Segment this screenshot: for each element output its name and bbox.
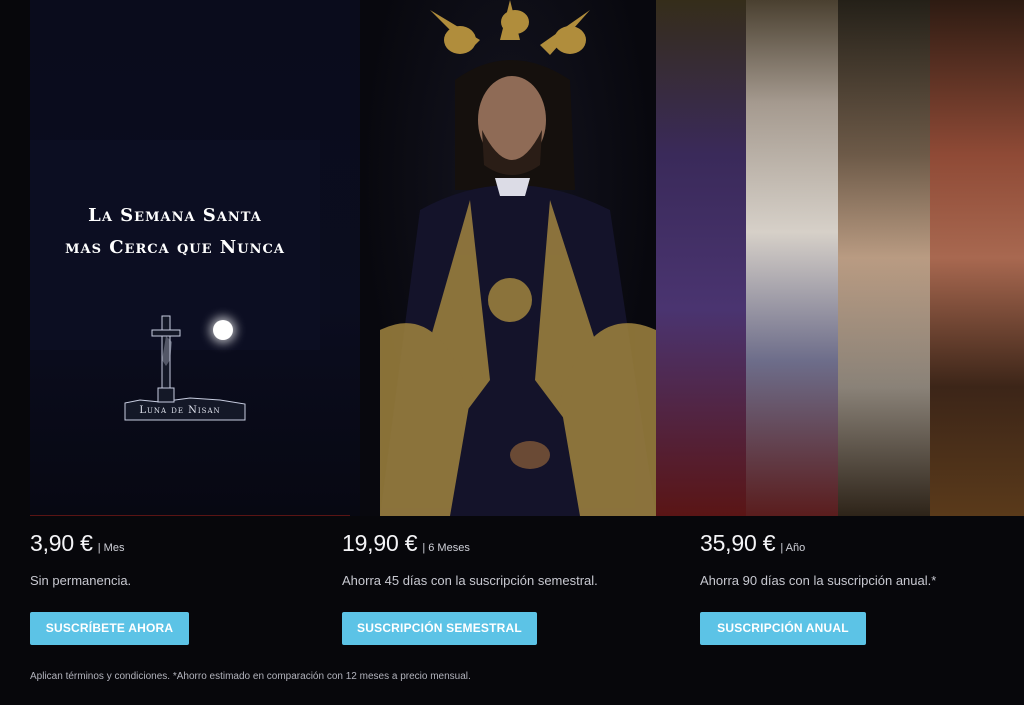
plan-price: 3,90 € | Mes xyxy=(30,530,131,557)
price-period: | Mes xyxy=(97,542,125,554)
plan-monthly: 3,90 € | Mes Sin permanencia. SUSCRÍBETE… xyxy=(30,530,189,645)
subscribe-semiannual-button[interactable]: SUSCRIPCIÓN SEMESTRAL xyxy=(342,612,537,645)
subscribe-monthly-button[interactable]: SUSCRÍBETE AHORA xyxy=(30,612,189,645)
hero-divider xyxy=(30,515,350,516)
image-strip-4 xyxy=(930,0,1024,516)
price-amount: 19,90 € xyxy=(342,530,418,556)
hero-banner: La Semana Santa mas Cerca que Nunca Luna… xyxy=(30,0,1024,516)
price-period: | 6 Meses xyxy=(422,542,470,554)
plan-price: 19,90 € | 6 Meses xyxy=(342,530,598,557)
plan-description: Ahorra 45 días con la suscripción semest… xyxy=(342,573,598,588)
price-amount: 3,90 € xyxy=(30,530,93,556)
hero-tagline-line2: mas Cerca que Nunca xyxy=(65,237,285,258)
plan-semiannual: 19,90 € | 6 Meses Ahorra 45 días con la … xyxy=(342,530,598,645)
plan-description: Ahorra 90 días con la suscripción anual.… xyxy=(700,573,937,588)
title-panel: La Semana Santa mas Cerca que Nunca Luna… xyxy=(30,0,360,516)
hero-tagline: La Semana Santa mas Cerca que Nunca xyxy=(30,200,320,264)
subscribe-annual-button[interactable]: SUSCRIPCIÓN ANUAL xyxy=(700,612,866,645)
central-statue-image xyxy=(360,0,656,516)
logo-text: Luna de Nisan xyxy=(139,405,221,416)
terms-footnote: Aplican términos y condiciones. *Ahorro … xyxy=(30,671,471,682)
image-strip-2 xyxy=(746,0,838,516)
price-amount: 35,90 € xyxy=(700,530,776,556)
price-period: | Año xyxy=(780,542,806,554)
plan-price: 35,90 € | Año xyxy=(700,530,936,557)
hero-tagline-line1: La Semana Santa xyxy=(88,205,262,226)
plan-description: Sin permanencia. xyxy=(30,573,132,588)
image-strip-3 xyxy=(838,0,930,516)
statue-illustration xyxy=(380,0,656,516)
image-strip-1 xyxy=(656,0,746,516)
plan-annual: 35,90 € | Año Ahorra 90 días con la susc… xyxy=(700,530,937,645)
moon-icon xyxy=(213,320,233,340)
